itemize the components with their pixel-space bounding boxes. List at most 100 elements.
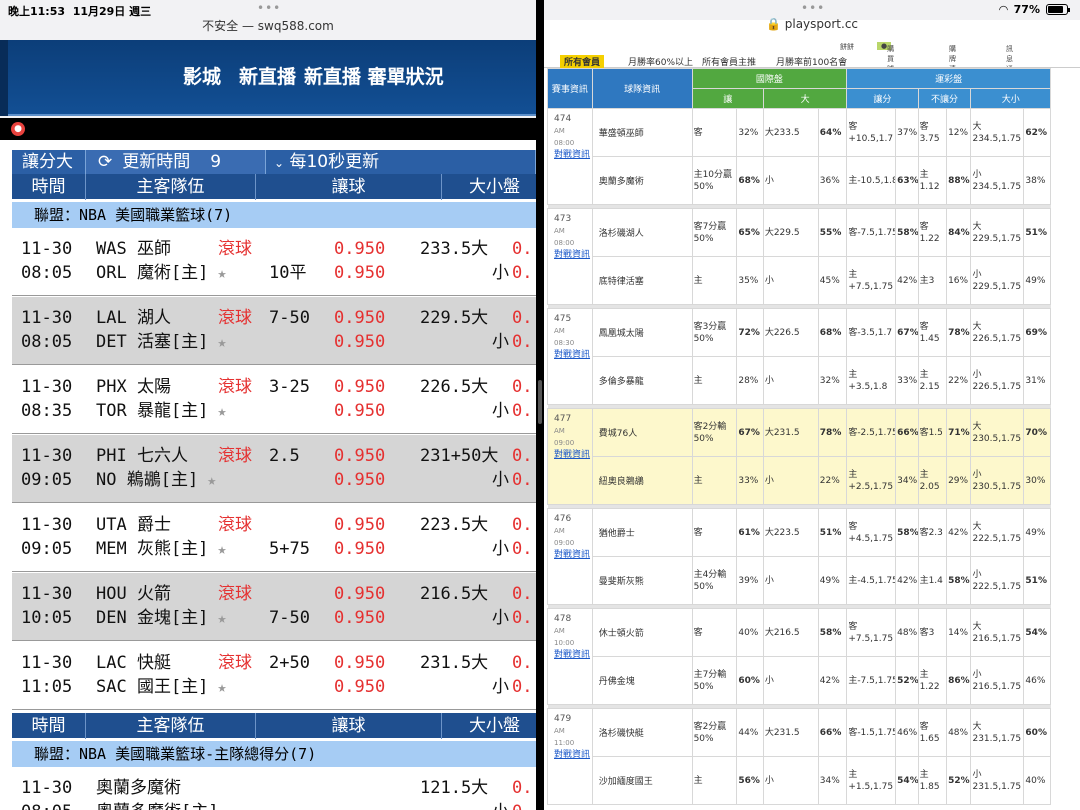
multitask-dots-icon[interactable]: ••• — [801, 1, 825, 15]
odds-away[interactable]: 0.950 — [334, 237, 385, 261]
pick-option[interactable]: 主+3.5,1.8 — [846, 356, 897, 405]
favorite-star-icon[interactable]: ★ — [198, 471, 216, 489]
split-view-handle[interactable] — [538, 380, 542, 424]
ou-over-odds[interactable]: 0. — [512, 651, 532, 675]
odds-away[interactable]: 0.950 — [334, 306, 385, 330]
ou-under-odds[interactable]: 0. — [512, 330, 532, 354]
live-badge[interactable]: 滾球 — [218, 237, 252, 261]
live-badge[interactable]: 滾球 — [218, 651, 252, 675]
pick-option[interactable]: 小216.5,1.75 — [970, 656, 1025, 705]
team-name[interactable]: 奧蘭多魔術 — [591, 156, 693, 205]
pick-option[interactable]: 小230.5,1.75 — [970, 456, 1025, 505]
pick-option[interactable]: 大230.5,1.75 — [970, 408, 1025, 457]
nav-item-1[interactable]: 新直播 — [239, 62, 296, 89]
pick-option[interactable]: 主-7.5,1.75 — [846, 656, 897, 705]
pick-option[interactable]: 主 — [691, 356, 738, 405]
pick-option[interactable]: 主-4.5,1.75 — [846, 556, 897, 605]
team-name[interactable]: 華盛頓巫師 — [591, 108, 693, 157]
ou-over-odds[interactable]: 0. — [512, 776, 532, 800]
odds-home[interactable]: 0.950 — [334, 261, 385, 285]
pick-option[interactable]: 小229.5,1.75 — [970, 256, 1025, 305]
team-name[interactable]: 猶他爵士 — [591, 508, 693, 557]
pick-option[interactable]: 客-2.5,1.75 — [846, 408, 897, 457]
pick-option[interactable]: 客-7.5,1.75 — [846, 208, 897, 257]
team-name[interactable]: 鳳凰城太陽 — [591, 308, 693, 357]
odds-home[interactable]: 0.950 — [334, 399, 385, 423]
ou-under-odds[interactable]: 0. — [512, 261, 532, 285]
pick-option[interactable]: 主7分輸50% — [691, 656, 738, 705]
team-name[interactable]: 休士頓火箭 — [591, 608, 693, 657]
pick-option[interactable]: 小 — [762, 556, 819, 605]
pick-option[interactable]: 主2.05 — [917, 456, 948, 505]
pick-option[interactable]: 小222.5,1.75 — [970, 556, 1025, 605]
pick-option[interactable]: 主4分輸50% — [691, 556, 738, 605]
left-url-bar[interactable]: 不安全 — swq588.com — [0, 17, 536, 37]
live-badge[interactable]: 滾球 — [218, 444, 252, 468]
match-detail-link[interactable]: 對戰資訊 — [554, 749, 590, 761]
live-badge[interactable]: 滾球 — [218, 513, 252, 537]
right-url-bar[interactable]: 🔒 playsport.cc — [544, 17, 1080, 37]
odds-home[interactable]: 0.950 — [334, 537, 385, 561]
favorite-star-icon[interactable]: ★ — [208, 402, 226, 420]
pick-option[interactable]: 客1.45 — [917, 308, 948, 357]
team-name[interactable]: 費城76人 — [591, 408, 693, 457]
favorite-star-icon[interactable]: ★ — [208, 678, 226, 696]
game-row[interactable]: 11-30 PHX 太陽 滾球 3-25 0.950 226.5大 0. 08:35 TOR 暴… — [12, 366, 536, 434]
pick-option[interactable]: 小226.5,1.75 — [970, 356, 1025, 405]
pick-option[interactable]: 主10分贏50% — [691, 156, 738, 205]
pick-option[interactable]: 大231.5 — [762, 408, 819, 457]
pick-option[interactable]: 小 — [762, 156, 819, 205]
live-badge[interactable]: 滾球 — [218, 306, 252, 330]
pick-option[interactable]: 大226.5,1.75 — [970, 308, 1025, 357]
pick-option[interactable]: 客 — [691, 608, 738, 657]
odds-home[interactable]: 0.950 — [334, 606, 385, 630]
pick-option[interactable]: 主+7.5,1.75 — [846, 256, 897, 305]
tab-2[interactable]: 所有會員主推 — [702, 55, 756, 68]
live-badge[interactable]: 滾球 — [218, 582, 252, 606]
pick-option[interactable]: 客2分輸50% — [691, 408, 738, 457]
pick-option[interactable]: 小231.5,1.75 — [970, 756, 1025, 805]
tab-1[interactable]: 月勝率60%以上 — [628, 55, 693, 68]
game-row[interactable]: 11-30 奧蘭多魔術 121.5大 0. 08:05 奧蘭多魔術[主] 小0. — [12, 767, 536, 810]
pick-option[interactable]: 客+10.5,1.7 — [846, 108, 897, 157]
game-row[interactable]: 11-30 HOU 火箭 滾球 0.950 216.5大 0. 10:05 DEN 金塊[主]… — [12, 573, 536, 641]
game-row[interactable]: 11-30 PHI 七六人 滾球 2.5 0.950 231+50大 0. 09:05 NO 鵜… — [12, 435, 536, 503]
pick-option[interactable]: 小 — [762, 756, 819, 805]
game-row[interactable]: 11-30 LAC 快艇 滾球 2+50 0.950 231.5大 0. 11:05 SAC 國… — [12, 642, 536, 710]
pick-option[interactable]: 主2.15 — [917, 356, 948, 405]
match-detail-link[interactable]: 對戰資訊 — [554, 449, 590, 461]
refresh-button[interactable]: ⟳ 更新時間 9 — [86, 150, 266, 174]
ou-over-odds[interactable]: 0. — [512, 444, 532, 468]
pick-option[interactable]: 大229.5,1.75 — [970, 208, 1025, 257]
game-row[interactable]: 11-30 WAS 巫師 滾球 0.950 233.5大 0. 08:05 ORL 魔術[主]… — [12, 228, 536, 296]
favorite-star-icon[interactable]: ★ — [208, 609, 226, 627]
ou-under-odds[interactable]: 0. — [512, 399, 532, 423]
team-name[interactable]: 丹佛金塊 — [591, 656, 693, 705]
odds-away[interactable]: 0.950 — [334, 651, 385, 675]
pick-option[interactable]: 客1.22 — [917, 208, 948, 257]
odds-home[interactable]: 0.950 — [334, 468, 385, 492]
pick-option[interactable]: 大233.5 — [762, 108, 819, 157]
odds-home[interactable]: 0.950 — [334, 675, 385, 699]
favorite-star-icon[interactable]: ★ — [208, 264, 226, 282]
pick-option[interactable]: 大231.5,1.75 — [970, 708, 1025, 757]
pick-option[interactable]: 客1.65 — [917, 708, 948, 757]
pick-option[interactable]: 客 — [691, 108, 738, 157]
odds-away[interactable]: 0.950 — [334, 582, 385, 606]
match-detail-link[interactable]: 對戰資訊 — [554, 649, 590, 661]
odds-home[interactable]: 0.950 — [334, 330, 385, 354]
ou-under-odds[interactable]: 0. — [512, 537, 532, 561]
pick-option[interactable]: 小234.5,1.75 — [970, 156, 1025, 205]
pick-option[interactable]: 主1.85 — [917, 756, 948, 805]
match-detail-link[interactable]: 對戰資訊 — [554, 349, 590, 361]
pick-option[interactable]: 客 — [691, 508, 738, 557]
pick-option[interactable]: 主1.4 — [917, 556, 948, 605]
game-row[interactable]: 11-30 UTA 爵士 滾球 0.950 223.5大 0. 09:05 MEM 灰熊[主]… — [12, 504, 536, 572]
pick-option[interactable]: 客1.5 — [917, 408, 948, 457]
pick-option[interactable]: 客3 — [917, 608, 948, 657]
team-name[interactable]: 洛杉磯快艇 — [591, 708, 693, 757]
pick-option[interactable]: 主-10.5,1.8 — [846, 156, 897, 205]
pick-option[interactable]: 客+4.5,1.75 — [846, 508, 897, 557]
mode-select[interactable]: 讓分大 — [12, 150, 86, 174]
pick-option[interactable]: 客2分贏50% — [691, 708, 738, 757]
